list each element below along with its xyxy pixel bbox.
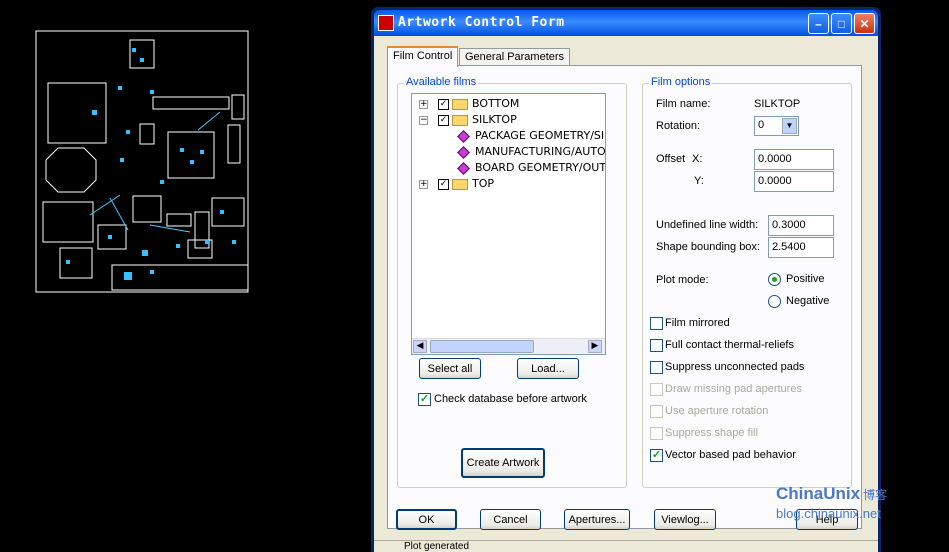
apertures-button[interactable]: Apertures... — [564, 509, 630, 530]
tree-item-manufacturing[interactable]: MANUFACTURING/AUTO — [412, 144, 606, 160]
tree-item-label: TOP — [472, 177, 495, 190]
rotation-select[interactable]: 0 ▼ — [754, 116, 799, 136]
scroll-left-icon[interactable]: ◀ — [413, 340, 427, 353]
watermark-url: blog.chinaunix.net — [776, 506, 881, 521]
artwork-control-form-window: Artwork Control Form – □ ✕ Film Control … — [371, 7, 881, 552]
film-options-label: Film options — [649, 76, 713, 88]
tree-item-label: BOARD GEOMETRY/OUT — [475, 161, 606, 174]
suppress-unconnected-label: Suppress unconnected pads — [665, 361, 805, 373]
available-films-label: Available films — [404, 76, 479, 88]
maximize-icon[interactable]: □ — [831, 13, 852, 34]
tab-film-control[interactable]: Film Control — [387, 46, 459, 67]
positive-label: Positive — [786, 273, 825, 285]
folder-icon — [452, 99, 468, 110]
app-icon — [378, 15, 394, 31]
suppress-shape-fill-label: Suppress shape fill — [665, 427, 758, 439]
title-bar[interactable]: Artwork Control Form – □ ✕ — [374, 10, 878, 36]
offset-x-label: X: — [692, 153, 703, 165]
offset-x-field[interactable]: 0.0000 — [754, 149, 834, 170]
subclass-icon — [457, 146, 470, 159]
collapse-icon[interactable]: − — [419, 116, 428, 125]
offset-label: Offset — [656, 153, 686, 165]
tree-item-label: PACKAGE GEOMETRY/SI — [475, 129, 605, 142]
tree-item-label: MANUFACTURING/AUTO — [475, 145, 606, 158]
suppress-unconnected-checkbox[interactable] — [650, 361, 663, 374]
viewlog-button[interactable]: Viewlog... — [654, 509, 716, 530]
tree-item-label: BOTTOM — [472, 97, 520, 110]
tree-item-board-geometry[interactable]: BOARD GEOMETRY/OUT — [412, 160, 606, 176]
offset-y-label: Y: — [694, 175, 704, 187]
tab-panel: Available films + ✓ BOTTOM − ✓ SILKTOP P… — [387, 65, 862, 529]
tree-item-silktop[interactable]: − ✓ SILKTOP — [412, 112, 602, 128]
film-mirrored-label: Film mirrored — [665, 317, 730, 329]
horizontal-scrollbar[interactable]: ◀ ▶ — [412, 338, 605, 354]
offset-y-field[interactable]: 0.0000 — [754, 171, 834, 192]
film-checkbox[interactable]: ✓ — [438, 115, 449, 126]
full-contact-checkbox[interactable] — [650, 339, 663, 352]
undefined-line-width-label: Undefined line width: — [656, 219, 759, 231]
cancel-button[interactable]: Cancel — [480, 509, 541, 530]
tree-item-label: SILKTOP — [472, 113, 517, 126]
create-artwork-button[interactable]: Create Artwork — [461, 448, 545, 478]
chevron-down-icon[interactable]: ▼ — [782, 118, 797, 134]
watermark: ChinaUnix 博客 blog.chinaunix.net — [776, 484, 887, 521]
tree-item-bottom[interactable]: + ✓ BOTTOM — [412, 96, 602, 112]
use-aperture-rotation-label: Use aperture rotation — [665, 405, 769, 417]
load-button[interactable]: Load... — [517, 358, 579, 379]
film-name-label: Film name: — [656, 98, 711, 110]
minimize-icon[interactable]: – — [808, 13, 829, 34]
positive-radio[interactable] — [768, 273, 781, 286]
vector-pad-label: Vector based pad behavior — [665, 449, 796, 461]
shape-bounding-box-label: Shape bounding box: — [656, 241, 760, 253]
window-title: Artwork Control Form — [398, 15, 565, 30]
expand-icon[interactable]: + — [419, 100, 428, 109]
pcb-layout-canvas — [35, 30, 249, 293]
rotation-label: Rotation: — [656, 120, 701, 132]
check-database-label: Check database before artwork — [434, 393, 587, 405]
film-name-value: SILKTOP — [754, 98, 801, 110]
undefined-line-width-field[interactable]: 0.3000 — [768, 215, 834, 236]
suppress-shape-fill-checkbox — [650, 427, 663, 440]
plot-mode-label: Plot mode: — [656, 274, 709, 286]
folder-icon — [452, 179, 468, 190]
films-tree[interactable]: + ✓ BOTTOM − ✓ SILKTOP PACKAGE GEOMETRY/… — [411, 93, 606, 355]
use-aperture-rotation-checkbox — [650, 405, 663, 418]
film-checkbox[interactable]: ✓ — [438, 179, 449, 190]
scroll-thumb[interactable] — [430, 340, 534, 353]
dialog-client: Film Control General Parameters Availabl… — [374, 36, 878, 552]
negative-label: Negative — [786, 295, 830, 307]
draw-missing-checkbox — [650, 383, 663, 396]
watermark-cjk: 博客 — [863, 488, 888, 502]
rotation-value: 0 — [758, 119, 765, 131]
folder-open-icon — [452, 115, 468, 126]
subclass-icon — [457, 130, 470, 143]
draw-missing-label: Draw missing pad apertures — [665, 383, 802, 395]
watermark-brand: ChinaUnix — [776, 484, 861, 503]
expand-icon[interactable]: + — [419, 180, 428, 189]
select-all-button[interactable]: Select all — [419, 358, 481, 379]
status-bar: Plot generated — [374, 540, 878, 552]
close-icon[interactable]: ✕ — [854, 13, 875, 34]
check-database-checkbox[interactable]: ✓ — [418, 393, 431, 406]
vector-pad-checkbox[interactable]: ✓ — [650, 449, 663, 462]
status-text: Plot generated — [404, 541, 470, 552]
tree-item-package-geometry[interactable]: PACKAGE GEOMETRY/SI — [412, 128, 605, 144]
negative-radio[interactable] — [768, 295, 781, 308]
film-mirrored-checkbox[interactable] — [650, 317, 663, 330]
tree-item-top[interactable]: + ✓ TOP — [412, 176, 602, 192]
shape-bounding-box-field[interactable]: 2.5400 — [768, 237, 834, 258]
full-contact-label: Full contact thermal-reliefs — [665, 339, 794, 351]
ok-button[interactable]: OK — [396, 509, 457, 530]
subclass-icon — [457, 162, 470, 175]
film-checkbox[interactable]: ✓ — [438, 99, 449, 110]
scroll-right-icon[interactable]: ▶ — [588, 340, 602, 353]
